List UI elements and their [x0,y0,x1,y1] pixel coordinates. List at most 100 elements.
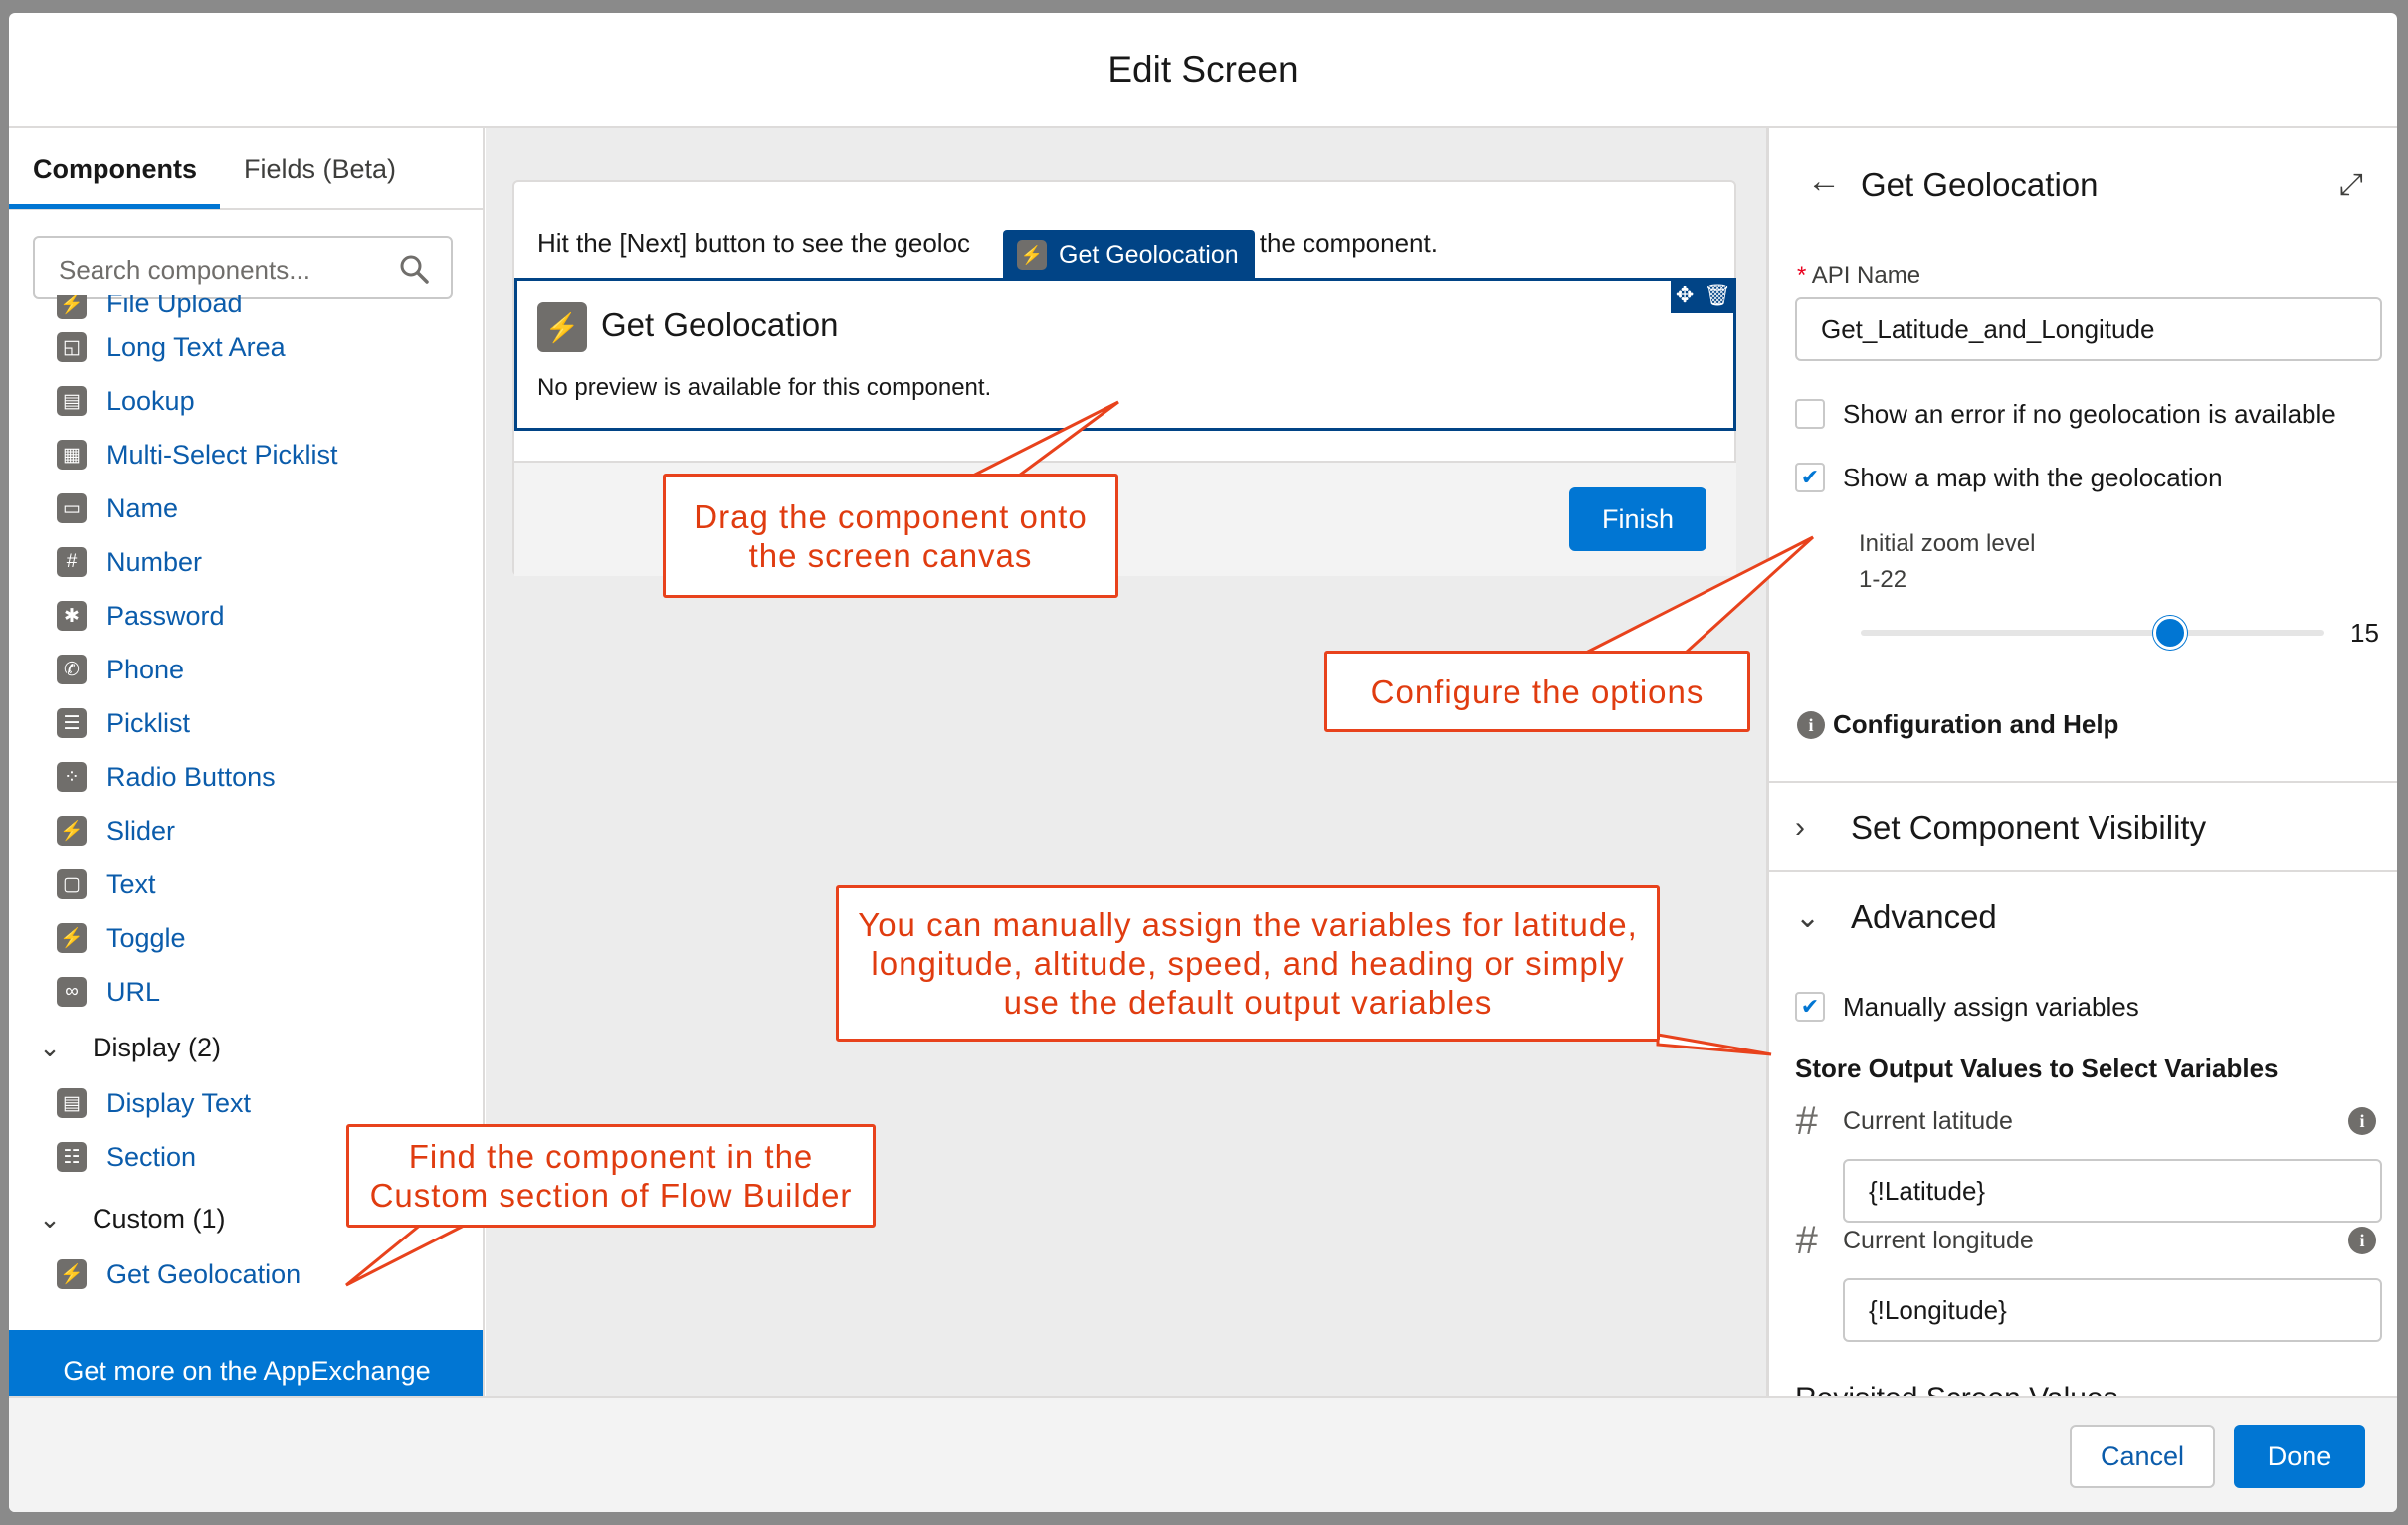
component-slider[interactable]: ⚡ Slider [57,811,175,851]
zoom-slider-thumb[interactable] [2152,616,2187,650]
show-map-checkbox[interactable]: ✔ [1795,463,1825,492]
component-section[interactable]: ☷ Section [57,1137,196,1177]
tab-fields-beta[interactable]: Fields (Beta) [244,128,396,210]
manual-assign-label: Manually assign variables [1843,992,2139,1022]
chevron-down-icon: ⌄ [39,1032,61,1062]
component-text[interactable]: ▢ Text [57,864,156,904]
done-button[interactable]: Done [2234,1425,2365,1488]
revisited-screen-values-heading: Revisited Screen Values [1795,1382,2118,1396]
component-name[interactable]: ▭ Name [57,488,178,528]
set-component-visibility-section[interactable]: › Set Component Visibility [1795,809,2206,847]
callout-drag: Drag the component onto the screen canva… [663,474,1118,598]
callout-find-component: Find the component in the Custom section… [346,1124,876,1228]
modal-title: Edit Screen [1107,49,1299,90]
api-name-label: * API Name [1797,262,1921,288]
component-file-upload[interactable]: ⚡ File Upload [57,295,243,319]
zoom-slider-track[interactable] [1861,630,2324,636]
component-picklist[interactable]: ☰ Picklist [57,703,190,743]
name-card-icon: ▭ [57,493,87,523]
radio-icon: ⁘ [57,762,87,792]
phone-icon: ✆ [57,655,87,684]
section-custom-toggle[interactable]: ⌄ Custom (1) [33,1199,225,1239]
bolt-icon: ⚡ [57,1259,87,1289]
number-icon: # [57,547,87,577]
component-toolbar: ✥ 🗑 [1671,278,1736,313]
number-hash-icon: # [1795,1099,1818,1143]
display-text-icon: ▤ [57,1088,87,1118]
configuration-help-link[interactable]: Configuration and Help [1833,709,2118,740]
tab-components[interactable]: Components [33,128,197,210]
bolt-icon: ⚡ [57,816,87,846]
info-icon[interactable]: i [2348,1227,2376,1254]
bolt-icon: ⚡ [57,295,87,319]
info-icon[interactable]: i [2348,1107,2376,1135]
component-password[interactable]: ✱ Password [57,596,225,636]
callout-configure: Configure the options [1324,651,1750,732]
selected-component-label: ⚡ Get Geolocation [1003,230,1255,280]
search-components-input[interactable]: Search components... [33,236,453,299]
no-preview-text: No preview is available for this compone… [537,374,992,401]
store-output-heading: Store Output Values to Select Variables [1795,1053,2279,1083]
component-title: Get Geolocation [601,306,839,343]
chevron-right-icon: › [1795,811,1805,844]
component-radio-buttons[interactable]: ⁘ Radio Buttons [57,757,276,797]
properties-title: Get Geolocation [1861,166,2099,203]
section-icon: ☷ [57,1142,87,1172]
component-multi-select-picklist[interactable]: ▦ Multi-Select Picklist [57,435,338,475]
show-error-label: Show an error if no geolocation is avail… [1843,399,2336,429]
longitude-label: Current longitude [1843,1227,2034,1254]
back-arrow-icon[interactable]: ← [1807,162,1841,201]
component-long-text-area[interactable]: ◱ Long Text Area [57,327,286,367]
active-tab-indicator [9,204,220,209]
advanced-section[interactable]: ⌄ Advanced [1795,898,1997,936]
bolt-icon: ⚡ [57,923,87,953]
list-icon: ☰ [57,708,87,738]
modal-header: Edit Screen [9,13,2397,128]
component-url[interactable]: ∞ URL [57,972,160,1012]
zoom-value: 15 [2350,618,2379,648]
cancel-button[interactable]: Cancel [2070,1425,2215,1488]
component-number[interactable]: # Number [57,542,202,582]
edit-screen-modal: Edit Screen Components Fields (Beta) Sea… [9,13,2397,1512]
component-get-geolocation[interactable]: ⚡ Get Geolocation [57,1254,301,1294]
modal-footer: Cancel Done [9,1396,2397,1512]
longitude-input[interactable]: {!Longitude} [1843,1278,2382,1342]
link-icon: ∞ [57,977,87,1007]
bolt-icon: ⚡ [537,302,587,352]
properties-panel: ← Get Geolocation ⤢ * API Name Get_Latit… [1766,128,2397,1396]
api-name-input[interactable]: Get_Latitude_and_Longitude [1795,297,2382,361]
trash-icon[interactable]: 🗑 [1704,283,1731,308]
zoom-range: 1-22 [1859,566,1907,593]
chevron-down-icon: ⌄ [39,1203,61,1234]
section-display-toggle[interactable]: ⌄ Display (2) [33,1028,221,1067]
search-icon [400,255,429,284]
password-icon: ✱ [57,601,87,631]
appexchange-button[interactable]: Get more on the AppExchange [9,1330,483,1396]
component-phone[interactable]: ✆ Phone [57,650,184,689]
hint-text: Hit the [Next] button to see the geoloc b… [537,228,1438,258]
lookup-icon: ▤ [57,386,87,416]
multi-select-icon: ▦ [57,440,87,470]
divider [1769,781,2397,783]
manual-assign-checkbox[interactable]: ✔ [1795,992,1825,1022]
chevron-down-icon: ⌄ [1795,900,1821,934]
component-display-text[interactable]: ▤ Display Text [57,1083,251,1123]
textarea-icon: ◱ [57,332,87,362]
latitude-input[interactable]: {!Latitude} [1843,1159,2382,1223]
finish-button[interactable]: Finish [1569,487,1706,551]
move-icon[interactable]: ✥ [1676,283,1694,308]
expand-icon[interactable]: ⤢ [2339,168,2363,202]
callout-manual-assign: You can manually assign the variables fo… [836,885,1660,1042]
panel-tabs: Components Fields (Beta) [9,128,483,210]
zoom-label: Initial zoom level [1859,530,2036,557]
bolt-icon: ⚡ [1017,240,1047,270]
number-hash-icon: # [1795,1219,1818,1262]
show-error-checkbox[interactable] [1795,399,1825,429]
show-map-label: Show a map with the geolocation [1843,463,2223,492]
text-field-icon: ▢ [57,869,87,899]
divider [1769,870,2397,872]
component-lookup[interactable]: ▤ Lookup [57,381,195,421]
geolocation-component-box[interactable]: ⚡ Get Geolocation No preview is availabl… [514,278,1736,431]
latitude-label: Current latitude [1843,1107,2013,1135]
component-toggle[interactable]: ⚡ Toggle [57,918,186,958]
